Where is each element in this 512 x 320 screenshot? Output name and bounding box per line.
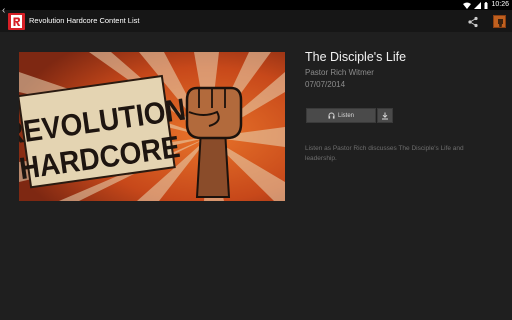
- listen-button[interactable]: Listen: [306, 108, 376, 123]
- download-button[interactable]: [377, 108, 393, 123]
- fist-avatar-icon: [494, 16, 505, 27]
- share-button[interactable]: [467, 15, 479, 28]
- battery-icon: [484, 1, 488, 9]
- episode-artwork[interactable]: REVOLUTION HARDCORE: [19, 52, 285, 201]
- episode-description: Listen as Pastor Rich discusses The Disc…: [305, 145, 464, 162]
- wifi-icon: [463, 2, 472, 9]
- app-title: Revolution Hardcore Content List: [29, 16, 140, 25]
- revolution-logo-icon: [11, 15, 22, 28]
- listen-label: Listen: [337, 112, 354, 119]
- status-time: 10:26: [491, 1, 509, 8]
- status-bar: 10:26: [0, 0, 512, 10]
- episode-title: The Disciple's Life: [305, 50, 407, 64]
- chevron-left-icon[interactable]: ‹: [2, 5, 5, 17]
- episode-date: 07/07/2014: [305, 80, 346, 89]
- status-icons: 10:26: [463, 0, 509, 10]
- signal-icon: [474, 1, 482, 9]
- app-logo[interactable]: [8, 13, 25, 30]
- share-icon: [468, 16, 478, 28]
- speaker-name: Pastor Rich Witmer: [305, 68, 374, 77]
- avatar[interactable]: [493, 15, 506, 28]
- download-icon: [382, 112, 388, 119]
- revolution-hardcore-artwork: REVOLUTION HARDCORE: [19, 52, 285, 201]
- headphones-icon: [328, 112, 335, 119]
